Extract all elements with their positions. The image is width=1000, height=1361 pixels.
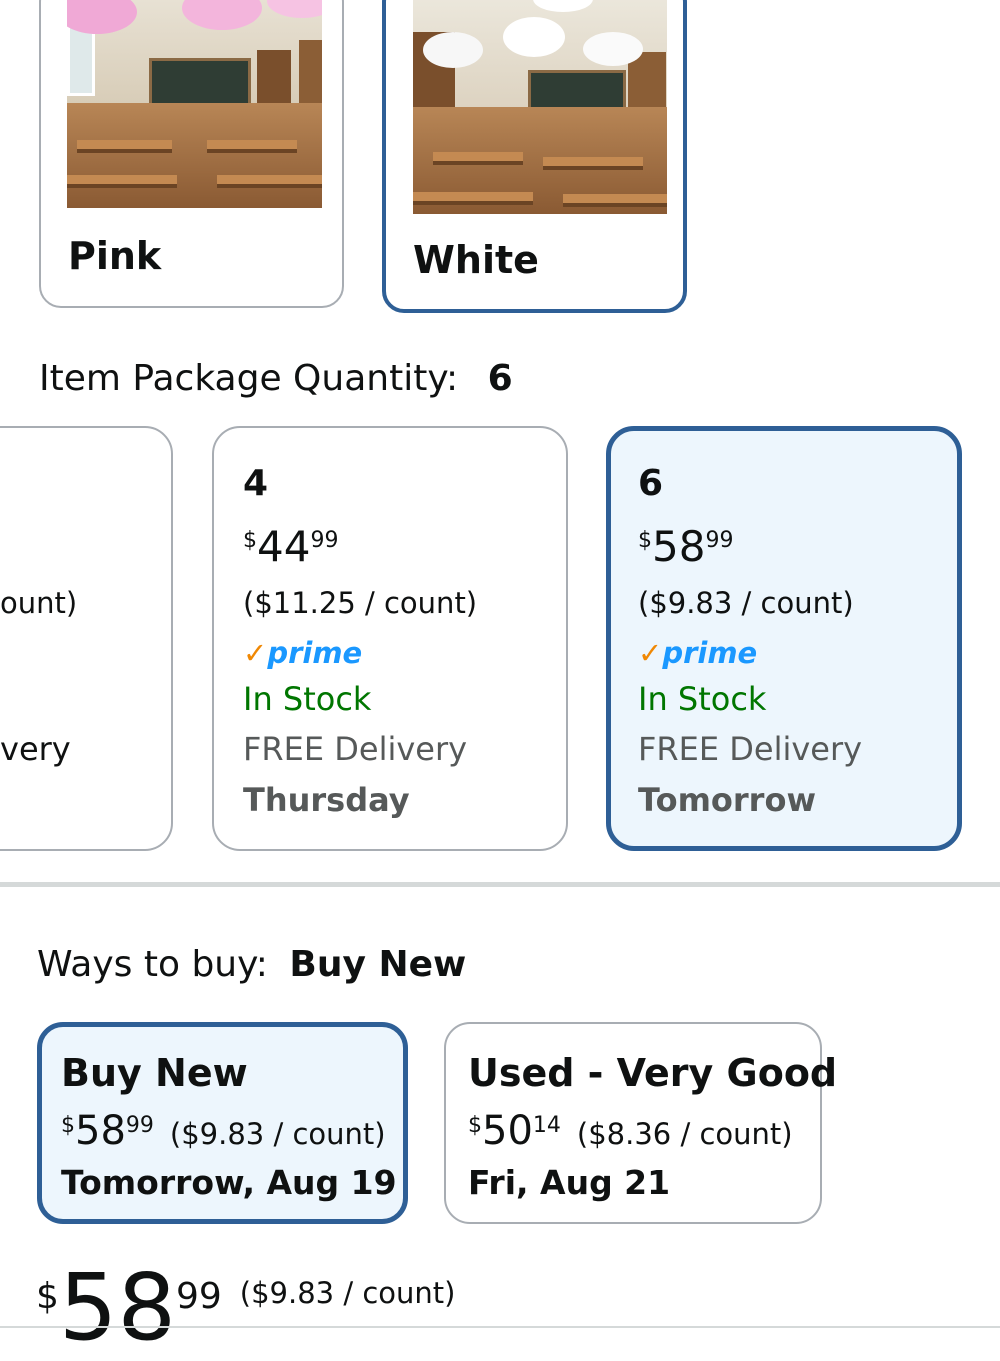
prime-check-icon: ✓	[243, 636, 268, 670]
delivery-day: Tomorrow	[638, 781, 816, 819]
quantity-number: 6	[638, 463, 664, 504]
item-package-quantity-heading: Item Package Quantity: 6	[39, 358, 513, 399]
stock-status: In Stock	[638, 680, 767, 718]
option-title: Used - Very Good	[468, 1051, 838, 1095]
quantity-selected-value: 6	[487, 358, 513, 399]
ways-to-buy-selected: Buy New	[289, 944, 467, 985]
quantity-option-6[interactable]: 6 $5899 ($9.83 / count) ✓prime In Stock …	[606, 426, 962, 851]
section-divider	[0, 882, 1000, 887]
price-fraction: 99	[705, 528, 734, 553]
delivery-day: Thursday	[243, 781, 410, 819]
price-whole: 58	[75, 1108, 126, 1154]
ways-to-buy-heading: Ways to buy: Buy New	[37, 944, 466, 985]
price-fraction: 99	[175, 1276, 222, 1317]
price-currency: $	[36, 1276, 59, 1317]
delivery-text: very	[0, 730, 71, 768]
delivery-text: FREE Delivery	[638, 730, 863, 768]
buy-new-option[interactable]: Buy New $5899 ($9.83 / count) Tomorrow, A…	[37, 1022, 408, 1224]
option-price: $5899 ($9.83 / count)	[61, 1111, 386, 1151]
option-title: Buy New	[61, 1051, 248, 1095]
product-image-pink	[67, 0, 322, 208]
price-currency: $	[468, 1113, 482, 1138]
color-option-label: Pink	[68, 234, 162, 278]
price-whole: 58	[58, 1254, 176, 1361]
prime-word: prime	[662, 636, 758, 670]
price-currency: $	[61, 1113, 75, 1138]
bottom-divider	[0, 1326, 1000, 1328]
price-whole: 50	[482, 1108, 533, 1154]
prime-badge: ✓prime	[638, 636, 757, 670]
unit-price: ount)	[0, 586, 78, 620]
unit-price: ($9.83 / count)	[169, 1117, 386, 1151]
quantity-price: $5899	[638, 526, 733, 568]
quantity-label: Item Package Quantity:	[39, 358, 459, 399]
delivery-date: Fri, Aug 21	[468, 1163, 671, 1202]
price-whole: 44	[257, 522, 311, 571]
product-image-white	[413, 0, 667, 214]
color-option-pink[interactable]: Pink	[39, 0, 344, 308]
unit-price: ($11.25 / count)	[243, 586, 478, 620]
quantity-number: 4	[243, 463, 269, 504]
prime-word: prime	[267, 636, 363, 670]
main-price: $5899 ($9.83 / count)	[36, 1262, 455, 1354]
price-fraction: 99	[310, 528, 339, 553]
price-whole: 58	[652, 522, 706, 571]
quantity-price: $4499	[243, 526, 338, 568]
used-very-good-option[interactable]: Used - Very Good $5014 ($8.36 / count) Fr…	[444, 1022, 837, 1224]
color-option-white[interactable]: White	[382, 0, 687, 313]
price-fraction: 99	[125, 1113, 154, 1138]
stock-status: In Stock	[243, 680, 372, 718]
ways-to-buy-label: Ways to buy:	[37, 944, 268, 985]
prime-check-icon: ✓	[638, 636, 663, 670]
unit-price: ($9.83 / count)	[638, 586, 854, 620]
delivery-date: Tomorrow, Aug 19	[61, 1163, 397, 1202]
prime-badge: ✓prime	[243, 636, 362, 670]
unit-price: ($9.83 / count)	[239, 1276, 456, 1310]
unit-price: ($8.36 / count)	[576, 1117, 793, 1151]
price-fraction: 14	[532, 1113, 561, 1138]
color-option-label: White	[413, 238, 539, 282]
price-currency: $	[243, 528, 257, 553]
quantity-option-partial[interactable]: ount) very	[0, 426, 173, 851]
quantity-option-4[interactable]: 4 $4499 ($11.25 / count) ✓prime In Stock…	[212, 426, 568, 851]
delivery-text: FREE Delivery	[243, 730, 468, 768]
price-currency: $	[638, 528, 652, 553]
option-price: $5014 ($8.36 / count)	[468, 1111, 793, 1151]
